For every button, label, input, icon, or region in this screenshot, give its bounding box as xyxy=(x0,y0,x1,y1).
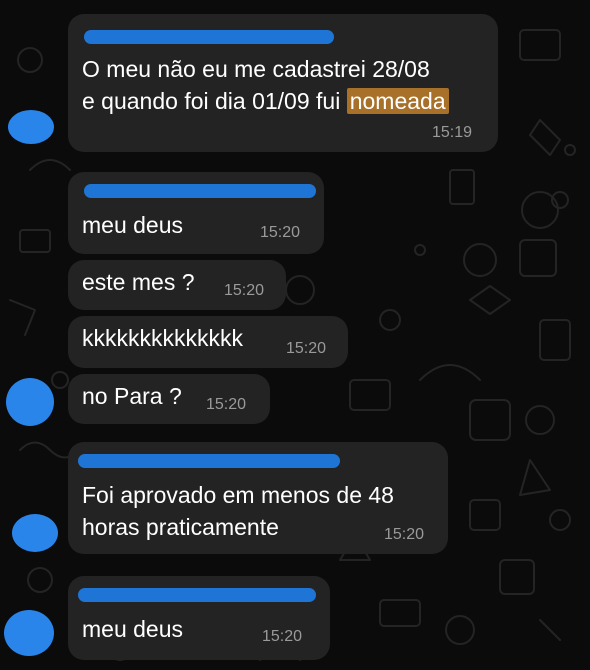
message-text-line: horas praticamente xyxy=(82,514,279,540)
message-bubble[interactable]: meu deus 15:20 xyxy=(68,576,330,660)
message-bubble[interactable]: Foi aprovado em menos de 48 horas pratic… xyxy=(68,442,448,554)
redacted-avatar xyxy=(8,110,54,144)
message-bubble[interactable]: no Para ? 15:20 xyxy=(68,374,270,424)
message-bubble[interactable]: meu deus 15:20 xyxy=(68,172,324,254)
redacted-avatar xyxy=(4,610,54,656)
message-text: no Para ? xyxy=(82,383,182,409)
message-timestamp: 15:20 xyxy=(262,628,303,645)
search-highlight: nomeada xyxy=(346,88,449,114)
message-text: este mes ? xyxy=(82,269,195,295)
redacted-sender-name xyxy=(78,454,340,468)
redacted-sender-name xyxy=(78,588,316,602)
message-timestamp: 15:20 xyxy=(260,224,301,241)
message-timestamp: 15:20 xyxy=(224,282,265,299)
message-bubble[interactable]: kkkkkkkkkkkkkk 15:20 xyxy=(68,316,348,368)
message-text-line: O meu não eu me cadastrei 28/08 xyxy=(82,56,430,82)
message-text: meu deus xyxy=(82,616,184,642)
message-bubble[interactable]: este mes ? 15:20 xyxy=(68,260,286,310)
message-text-line: Foi aprovado em menos de 48 xyxy=(82,482,394,508)
message-text: e quando foi dia 01/09 fui xyxy=(82,88,347,114)
message-text: meu deus xyxy=(82,212,184,238)
redacted-sender-name xyxy=(84,184,316,198)
message-text: kkkkkkkkkkkkkk xyxy=(82,325,243,351)
message-timestamp: 15:20 xyxy=(286,340,327,357)
redacted-sender-name xyxy=(84,30,334,44)
message-timestamp: 15:20 xyxy=(384,526,425,543)
redacted-avatar xyxy=(12,514,58,552)
message-timestamp: 15:20 xyxy=(206,396,247,413)
redacted-avatar xyxy=(6,378,54,426)
message-text-line: e quando foi dia 01/09 fui nomeada xyxy=(82,86,449,117)
message-bubble[interactable]: O meu não eu me cadastrei 28/08 e quando… xyxy=(68,14,498,152)
message-timestamp: 15:19 xyxy=(432,124,473,141)
